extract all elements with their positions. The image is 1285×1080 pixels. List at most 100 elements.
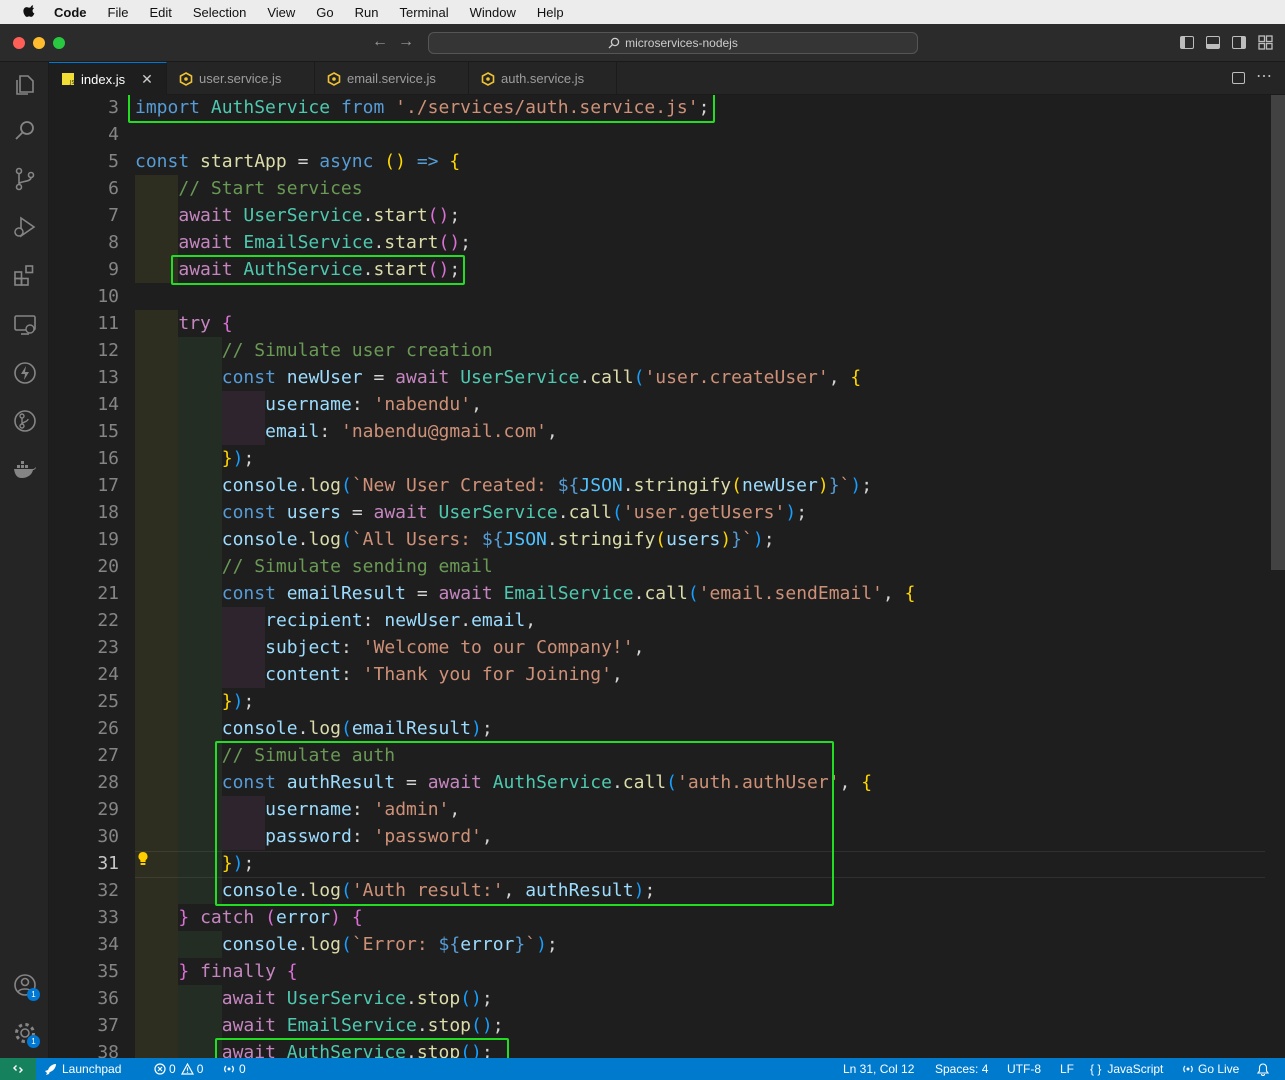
close-tab-icon[interactable]: ✕ <box>141 71 153 88</box>
code-line[interactable]: const users = await UserService.call('us… <box>135 499 807 526</box>
menu-selection[interactable]: Selection <box>193 5 246 20</box>
code-line[interactable]: const emailResult = await EmailService.c… <box>135 580 916 607</box>
code-line[interactable]: }); <box>135 445 255 472</box>
language-label: JavaScript <box>1107 1062 1164 1076</box>
ports-item[interactable]: 0 <box>222 1058 246 1080</box>
code-line[interactable]: subject: 'Welcome to our Company!', <box>135 634 644 661</box>
code-line[interactable]: console.log(emailResult); <box>135 715 493 742</box>
tab-user-service-js[interactable]: user.service.js <box>167 62 315 95</box>
apple-icon[interactable] <box>20 5 40 19</box>
extensions-icon[interactable] <box>12 262 38 288</box>
error-icon <box>154 1063 166 1075</box>
explorer-icon[interactable] <box>12 72 38 98</box>
code-line[interactable]: console.log(`Error: ${error}`); <box>135 931 558 958</box>
braces-icon: { } <box>1090 1062 1102 1076</box>
notifications-bell-icon[interactable] <box>1257 1063 1269 1076</box>
maximize-window-button[interactable] <box>53 37 65 49</box>
more-actions-icon[interactable]: ⋯ <box>1256 66 1273 86</box>
remote-indicator[interactable] <box>0 1058 36 1080</box>
menu-go[interactable]: Go <box>316 5 333 20</box>
code-line[interactable]: await UserService.start(); <box>135 202 460 229</box>
vertical-scrollbar[interactable] <box>1271 95 1285 1058</box>
close-window-button[interactable] <box>13 37 25 49</box>
indentation-item[interactable]: Spaces: 4 <box>935 1058 988 1080</box>
menu-app-code[interactable]: Code <box>54 5 87 20</box>
line-number: 23 <box>97 637 119 658</box>
docker-icon[interactable] <box>12 456 38 482</box>
code-line[interactable]: console.log(`All Users: ${JSON.stringify… <box>135 526 775 553</box>
toggle-secondary-sidebar-icon[interactable] <box>1232 36 1246 49</box>
forward-arrow-icon[interactable]: → <box>398 33 414 51</box>
code-lines[interactable]: import AuthService from './services/auth… <box>128 95 1275 1058</box>
thunder-client-icon[interactable] <box>12 360 38 386</box>
line-number: 27 <box>97 745 119 766</box>
command-center-text: microservices-nodejs <box>625 36 738 50</box>
tab-label: email.service.js <box>347 71 436 86</box>
tab-email-service-js[interactable]: email.service.js <box>315 62 469 95</box>
highlight-simulate-auth-block <box>214 741 834 906</box>
line-number: 10 <box>97 286 119 307</box>
code-line[interactable]: // Simulate sending email <box>135 553 493 580</box>
line-number: 18 <box>97 502 119 523</box>
lightbulb-icon[interactable] <box>137 851 149 867</box>
line-number: 20 <box>97 556 119 577</box>
rocket-icon <box>45 1064 56 1075</box>
code-line[interactable]: content: 'Thank you for Joining', <box>135 661 623 688</box>
tab-auth-service-js[interactable]: auth.service.js <box>469 62 617 95</box>
code-line[interactable]: recipient: newUser.email, <box>135 607 536 634</box>
code-line[interactable]: await EmailService.stop(); <box>135 1012 504 1039</box>
search-icon[interactable] <box>12 118 38 144</box>
command-center-search[interactable]: microservices-nodejs <box>428 32 918 54</box>
code-line[interactable]: // Start services <box>135 175 362 202</box>
line-number: 12 <box>97 340 119 361</box>
remote-icon <box>13 1065 23 1073</box>
code-line[interactable]: console.log(`New User Created: ${JSON.st… <box>135 472 872 499</box>
line-number: 16 <box>97 448 119 469</box>
launchpad-item[interactable]: Launchpad <box>44 1058 121 1080</box>
menu-help[interactable]: Help <box>537 5 564 20</box>
code-editor[interactable]: 3 4 5 6 7 8 9 10 11 12 13 14 15 16 17 18 19 20 21 22 23 24 25 2… <box>49 95 1285 1058</box>
gitlens-icon[interactable] <box>12 408 38 434</box>
split-editor-icon[interactable] <box>1232 72 1245 84</box>
menu-view[interactable]: View <box>267 5 295 20</box>
code-line[interactable]: await EmailService.start(); <box>135 229 471 256</box>
toggle-panel-icon[interactable] <box>1206 36 1220 49</box>
run-debug-icon[interactable] <box>12 214 38 240</box>
line-number: 31 <box>97 853 119 874</box>
toggle-primary-sidebar-icon[interactable] <box>1180 36 1194 49</box>
go-live-item[interactable]: Go Live <box>1182 1058 1239 1080</box>
menu-file[interactable]: File <box>108 5 129 20</box>
minimize-window-button[interactable] <box>33 37 45 49</box>
tab-label: user.service.js <box>199 71 282 86</box>
code-line[interactable]: // Simulate user creation <box>135 337 493 364</box>
line-number: 28 <box>97 772 119 793</box>
remote-explorer-icon[interactable] <box>12 312 38 338</box>
code-line[interactable]: email: 'nabendu@gmail.com', <box>135 418 558 445</box>
line-number: 36 <box>97 988 119 1009</box>
code-line[interactable]: const newUser = await UserService.call('… <box>135 364 861 391</box>
cursor-position[interactable]: Ln 31, Col 12 <box>843 1058 914 1080</box>
code-line[interactable]: } catch (error) { <box>135 904 362 931</box>
line-number: 7 <box>108 205 119 226</box>
code-line[interactable]: }); <box>135 688 255 715</box>
menu-terminal[interactable]: Terminal <box>400 5 449 20</box>
source-control-icon[interactable] <box>12 166 38 192</box>
eol-item[interactable]: LF <box>1060 1058 1074 1080</box>
menu-window[interactable]: Window <box>470 5 516 20</box>
encoding-item[interactable]: UTF-8 <box>1007 1058 1041 1080</box>
menu-edit[interactable]: Edit <box>149 5 171 20</box>
code-line[interactable]: const startApp = async () => { <box>135 148 460 175</box>
problems-item[interactable]: 0 0 <box>154 1058 203 1080</box>
customize-layout-icon[interactable] <box>1258 35 1273 50</box>
language-mode-item[interactable]: { } JavaScript <box>1090 1058 1163 1080</box>
code-line[interactable]: username: 'nabendu', <box>135 391 482 418</box>
menu-run[interactable]: Run <box>355 5 379 20</box>
code-line[interactable]: await UserService.stop(); <box>135 985 493 1012</box>
code-line[interactable]: } finally { <box>135 958 297 985</box>
code-line[interactable]: try { <box>135 310 232 337</box>
tab-index-js[interactable]: JS index.js ✕ <box>49 62 167 95</box>
back-arrow-icon[interactable]: ← <box>372 33 388 51</box>
highlight-import-authservice <box>128 95 715 123</box>
line-number: 38 <box>97 1042 119 1058</box>
scrollbar-thumb[interactable] <box>1271 95 1285 570</box>
